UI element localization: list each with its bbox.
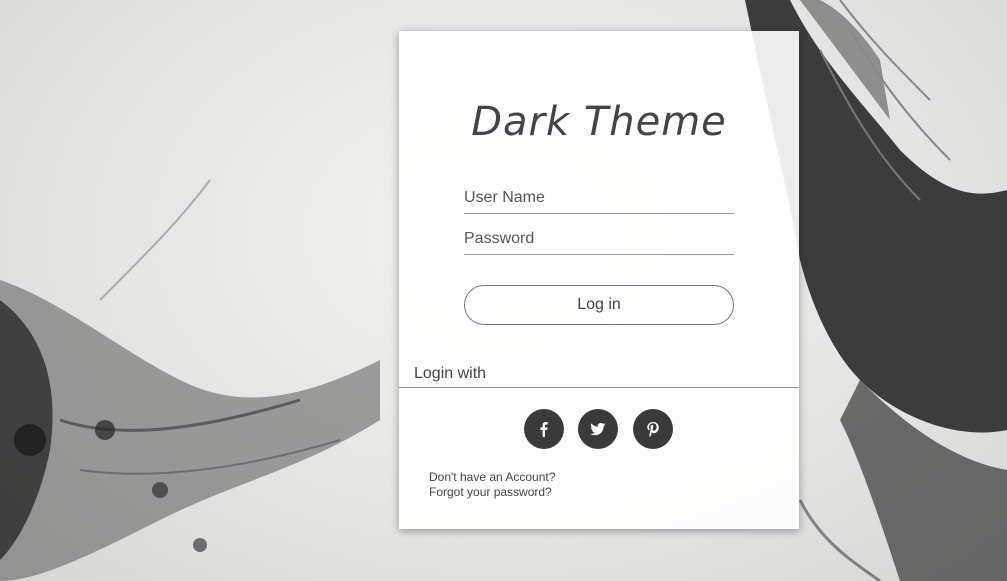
password-input[interactable] (464, 224, 734, 255)
account-links: Don't have an Account? Forgot your passw… (429, 470, 555, 500)
username-input[interactable] (464, 183, 734, 214)
login-card: Dark Theme Log in Login with Don't have … (399, 31, 799, 529)
login-button[interactable]: Log in (464, 285, 734, 325)
pinterest-icon (647, 422, 659, 437)
twitter-button[interactable] (578, 409, 618, 449)
twitter-icon (590, 422, 606, 436)
page-title: Dark Theme (471, 99, 727, 145)
facebook-icon (540, 422, 548, 437)
divider (399, 387, 799, 388)
forgot-password-link[interactable]: Forgot your password? (429, 485, 555, 500)
facebook-button[interactable] (524, 409, 564, 449)
signup-link[interactable]: Don't have an Account? (429, 470, 555, 485)
pinterest-button[interactable] (633, 409, 673, 449)
login-with-label: Login with (414, 365, 487, 382)
